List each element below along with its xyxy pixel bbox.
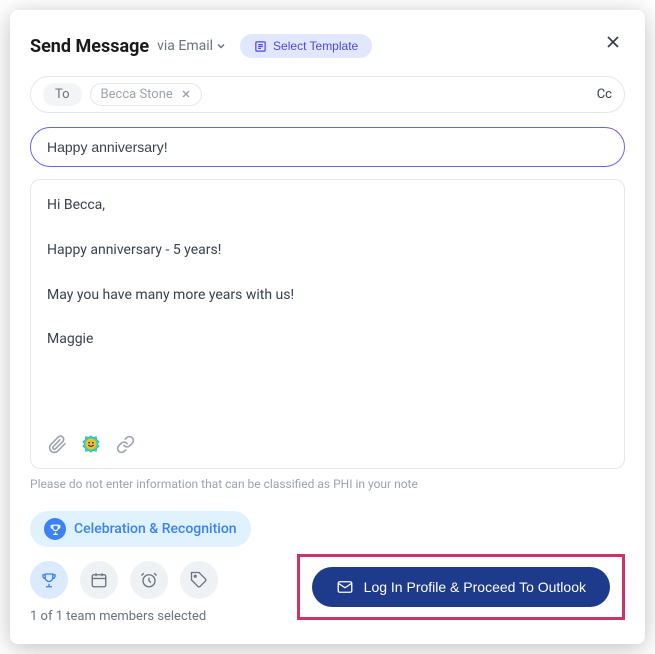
cc-button[interactable]: Cc [597, 87, 612, 102]
recipient-name: Becca Stone [101, 87, 173, 102]
envelope-icon [336, 578, 354, 596]
to-label: To [43, 83, 82, 106]
proceed-button-label: Log In Profile & Proceed To Outlook [364, 579, 586, 595]
send-message-modal: Send Message via Email Select Template T… [10, 10, 645, 644]
close-icon [605, 34, 621, 50]
chevron-down-icon [215, 40, 227, 52]
action-icons-row [30, 561, 218, 599]
close-button[interactable] [601, 30, 625, 54]
tag-action-icon[interactable] [180, 561, 218, 599]
remove-recipient-icon[interactable] [181, 88, 191, 102]
recipients-row[interactable]: To Becca Stone Cc [30, 76, 625, 113]
body-toolbar [47, 434, 608, 454]
message-body-area[interactable]: Hi Becca, Happy anniversary - 5 years! M… [30, 179, 625, 469]
link-icon[interactable] [115, 434, 135, 454]
highlight-annotation: Log In Profile & Proceed To Outlook [297, 554, 625, 620]
selected-count-text: 1 of 1 team members selected [30, 609, 218, 624]
recipient-chip[interactable]: Becca Stone [90, 83, 202, 106]
template-button-label: Select Template [273, 39, 358, 53]
message-body-text[interactable]: Hi Becca, Happy anniversary - 5 years! M… [47, 194, 608, 424]
modal-header: Send Message via Email Select Template [30, 34, 625, 58]
phi-warning-text: Please do not enter information that can… [30, 477, 625, 491]
sticker-icon[interactable] [81, 434, 101, 454]
channel-dropdown[interactable]: via Email [157, 38, 227, 54]
tag-label: Celebration & Recognition [74, 521, 237, 537]
attachment-icon[interactable] [47, 434, 67, 454]
tag-pill[interactable]: Celebration & Recognition [30, 511, 251, 547]
select-template-button[interactable]: Select Template [240, 34, 372, 58]
trophy-badge-icon [44, 518, 66, 540]
trophy-action-icon[interactable] [30, 561, 68, 599]
modal-title: Send Message [30, 36, 149, 57]
subject-input[interactable] [30, 127, 625, 167]
channel-label: via Email [157, 38, 213, 54]
template-icon [254, 40, 267, 53]
proceed-button[interactable]: Log In Profile & Proceed To Outlook [312, 567, 610, 607]
calendar-action-icon[interactable] [80, 561, 118, 599]
reminder-action-icon[interactable] [130, 561, 168, 599]
footer-row: 1 of 1 team members selected Log In Prof… [30, 549, 625, 624]
